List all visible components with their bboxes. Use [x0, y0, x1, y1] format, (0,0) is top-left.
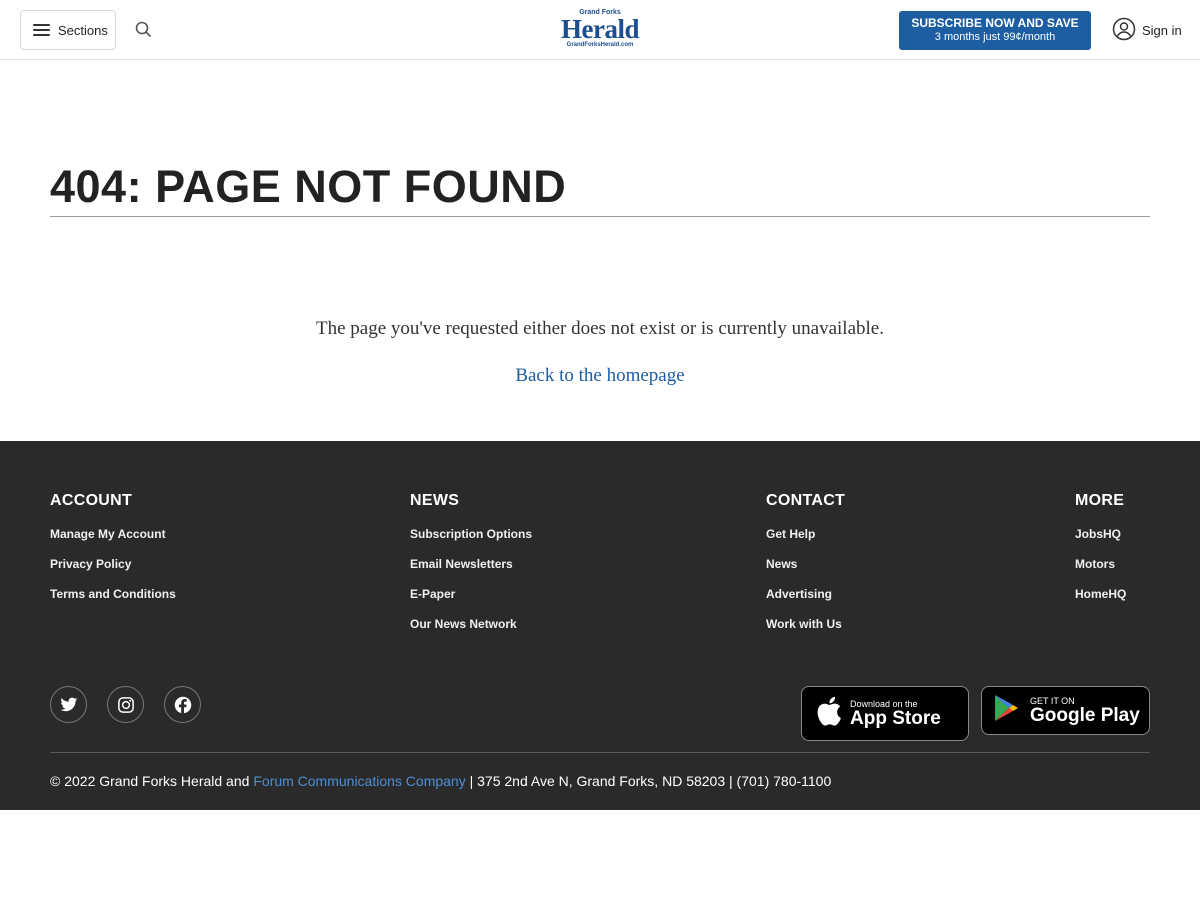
footer-link[interactable]: E-Paper [410, 579, 532, 609]
footer-link[interactable]: News [766, 549, 845, 579]
logo-main-text: Herald [561, 14, 640, 44]
back-to-homepage-link[interactable]: Back to the homepage [0, 365, 1200, 387]
footer-link[interactable]: HomeHQ [1075, 579, 1126, 609]
app-store-badge[interactable]: Download on the App Store [801, 686, 969, 741]
apple-icon [816, 696, 842, 731]
footer-heading: ACCOUNT [50, 492, 133, 509]
sections-label: Sections [58, 22, 108, 38]
footer-heading: NEWS [410, 492, 460, 509]
footer-heading: MORE [1075, 492, 1125, 509]
facebook-icon[interactable] [164, 686, 201, 723]
sign-in-button[interactable]: Sign in [1112, 17, 1182, 43]
site-header: Sections Grand Forks Herald GrandForksHe… [0, 0, 1200, 60]
app-store-line1: Download on the [850, 698, 918, 709]
hamburger-icon [33, 24, 50, 36]
google-play-icon [994, 694, 1020, 727]
footer-link[interactable]: Our News Network [410, 609, 532, 639]
footer-link[interactable]: Email Newsletters [410, 549, 532, 579]
sections-button[interactable]: Sections [20, 10, 116, 50]
user-icon [1112, 17, 1136, 44]
sign-in-label: Sign in [1142, 22, 1182, 38]
footer-link[interactable]: Manage My Account [50, 519, 176, 549]
twitter-icon[interactable] [50, 686, 87, 723]
copyright-address: | 375 2nd Ave N, Grand Forks, ND 58203 |… [465, 773, 832, 789]
footer-column-more: MORE JobsHQ Motors HomeHQ [1075, 493, 1126, 609]
footer-link[interactable]: Motors [1075, 549, 1126, 579]
footer-divider [50, 752, 1150, 753]
google-play-text: GET IT ON Google Play [1030, 696, 1140, 726]
app-store-text: Download on the App Store [850, 699, 941, 729]
footer-column-news: NEWS Subscription Options Email Newslett… [410, 493, 532, 639]
copyright-prefix: © 2022 Grand Forks Herald and [50, 773, 254, 789]
forum-communications-link[interactable]: Forum Communications Company [253, 773, 465, 789]
page-title: 404: PAGE NOT FOUND [50, 161, 567, 212]
copyright-line: © 2022 Grand Forks Herald and Forum Comm… [50, 773, 831, 789]
search-icon[interactable] [134, 20, 154, 40]
site-logo[interactable]: Grand Forks Herald GrandForksHerald.com [552, 9, 648, 51]
subscribe-button[interactable]: SUBSCRIBE NOW AND SAVE 3 months just 99¢… [899, 11, 1091, 50]
footer-link[interactable]: Terms and Conditions [50, 579, 176, 609]
footer-column-account: ACCOUNT Manage My Account Privacy Policy… [50, 493, 176, 609]
instagram-icon[interactable] [107, 686, 144, 723]
error-message: The page you've requested either does no… [316, 318, 884, 339]
subscribe-offer: 3 months just 99¢/month [934, 31, 1056, 43]
site-footer: ACCOUNT Manage My Account Privacy Policy… [0, 441, 1200, 810]
app-store-line2: App Store [850, 707, 941, 729]
footer-link[interactable]: Advertising [766, 579, 845, 609]
footer-link[interactable]: JobsHQ [1075, 519, 1126, 549]
footer-link[interactable]: Privacy Policy [50, 549, 176, 579]
footer-link[interactable]: Subscription Options [410, 519, 532, 549]
google-play-line2: Google Play [1030, 704, 1140, 726]
google-play-badge[interactable]: GET IT ON Google Play [981, 686, 1150, 735]
title-divider [50, 216, 1150, 217]
footer-link[interactable]: Get Help [766, 519, 845, 549]
subscribe-headline: SUBSCRIBE NOW AND SAVE [911, 16, 1079, 30]
google-play-line1: GET IT ON [1030, 695, 1075, 706]
footer-heading: CONTACT [766, 492, 846, 509]
footer-column-contact: CONTACT Get Help News Advertising Work w… [766, 493, 845, 639]
footer-link[interactable]: Work with Us [766, 609, 845, 639]
